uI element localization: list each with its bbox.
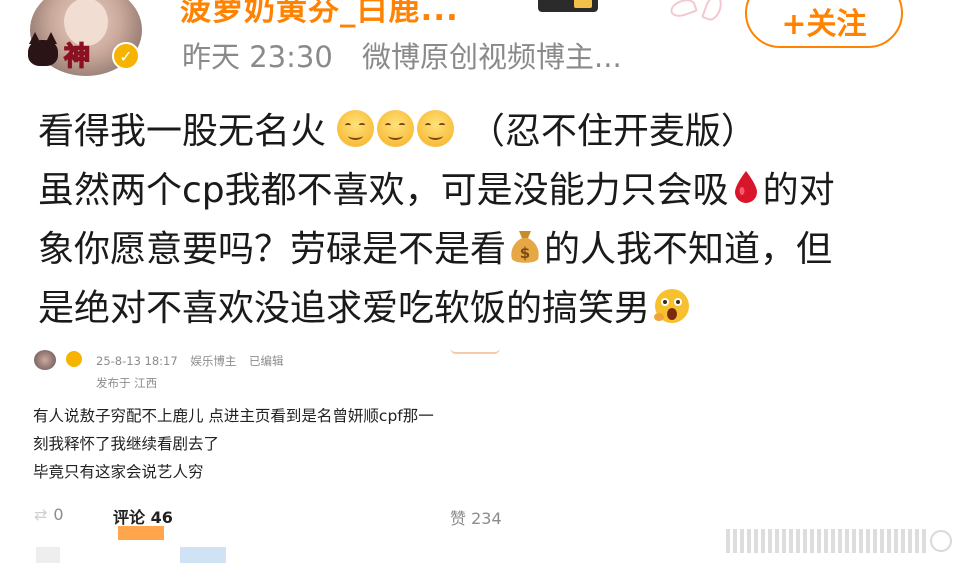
post-meta: 昨天 23:30 微博原创视频博主... (182, 34, 622, 76)
money-bag-icon: $ (511, 231, 539, 263)
post-line-1: 看得我一股无名火 （忍不住开麦版） (38, 102, 960, 161)
embedded-screenshot: 25-8-13 18:17 娱乐博主 已编辑 发布于 江西 有人说敖子穷配不上鹿… (30, 345, 510, 565)
post-line-2-text: 虽然两个cp我都不喜欢，可是没能力只会吸 (38, 170, 729, 211)
verified-badge-icon: ✓ (112, 42, 140, 70)
post-source[interactable]: 微博原创视频博主... (362, 40, 622, 74)
embed-line: 刻我释怀了我继续看剧去了 (33, 435, 220, 453)
avatar-frame-text: 神 (63, 41, 91, 73)
level-badge-icon (538, 0, 598, 12)
embed-avatar (34, 350, 56, 370)
shocked-face-icon (654, 289, 690, 323)
embed-location: 发布于 江西 (96, 376, 158, 390)
tab-placeholder (180, 547, 226, 563)
embed-line: 毕竟只有这家会说艺人穷 (33, 463, 204, 481)
watermark-text (726, 529, 926, 553)
follow-button[interactable]: +关注 (745, 0, 903, 48)
cat-frame-icon (28, 32, 58, 66)
embed-verified-icon (66, 351, 82, 367)
comment-tab-indicator (118, 526, 164, 540)
post-line-1-text: 看得我一股无名火 (38, 111, 327, 152)
embed-decoration (450, 348, 500, 354)
repost-icon: ⇄ (34, 505, 48, 524)
comment-tab: 评论 46 (113, 508, 173, 527)
post-line-3-text: 象你愿意要吗？劳碌是不是看 (38, 229, 507, 270)
bow-decoration-icon (668, 0, 730, 24)
embed-date: 25-8-13 18:17 (96, 354, 178, 368)
embed-actions: ⇄ 0 评论 46 赞 234 (30, 503, 510, 528)
like-count: 赞 234 (450, 509, 502, 528)
post-line-4-text: 是绝对不喜欢没追求爱吃软饭的搞笑男 (38, 288, 651, 329)
post-time: 昨天 23:30 (182, 40, 333, 74)
embed-role: 娱乐博主 (190, 354, 237, 368)
post-line-2-suffix: 的对 (762, 170, 835, 211)
embed-meta: 25-8-13 18:17 娱乐博主 已编辑 (96, 353, 293, 369)
repost-value: 0 (53, 505, 64, 524)
embed-line: 有人说敖子穷配不上鹿儿 点进主页看到是名曾妍顺cpf那一 (33, 407, 434, 425)
smiling-face-icon (377, 110, 415, 147)
embed-edited: 已编辑 (249, 354, 284, 368)
post-line-4: 是绝对不喜欢没追求爱吃软饭的搞笑男 (38, 279, 960, 338)
post-text: 看得我一股无名火 （忍不住开麦版） 虽然两个cp我都不喜欢，可是没能力只会吸 的对… (38, 102, 960, 338)
tab-placeholder (36, 547, 60, 563)
embed-text: 有人说敖子穷配不上鹿儿 点进主页看到是名曾妍顺cpf那一 刻我释怀了我继续看剧去… (33, 402, 434, 486)
watermark-icon (930, 530, 952, 552)
post-line-1-suffix: （忍不住开麦版） (468, 111, 757, 152)
smiling-face-icon (337, 110, 375, 147)
post-line-3-suffix: 的人我不知道，但 (544, 229, 833, 270)
svg-text:$: $ (520, 244, 530, 262)
smiling-face-icon (417, 110, 455, 147)
post-line-2: 虽然两个cp我都不喜欢，可是没能力只会吸 的对 (38, 161, 960, 220)
blood-drop-icon (734, 171, 757, 203)
username[interactable]: 菠萝奶黄芬_白鹿... (180, 0, 459, 29)
watermark (726, 526, 952, 556)
post-line-3: 象你愿意要吗？劳碌是不是看 $ 的人我不知道，但 (38, 220, 960, 279)
repost-count: ⇄ 0 (34, 505, 64, 524)
